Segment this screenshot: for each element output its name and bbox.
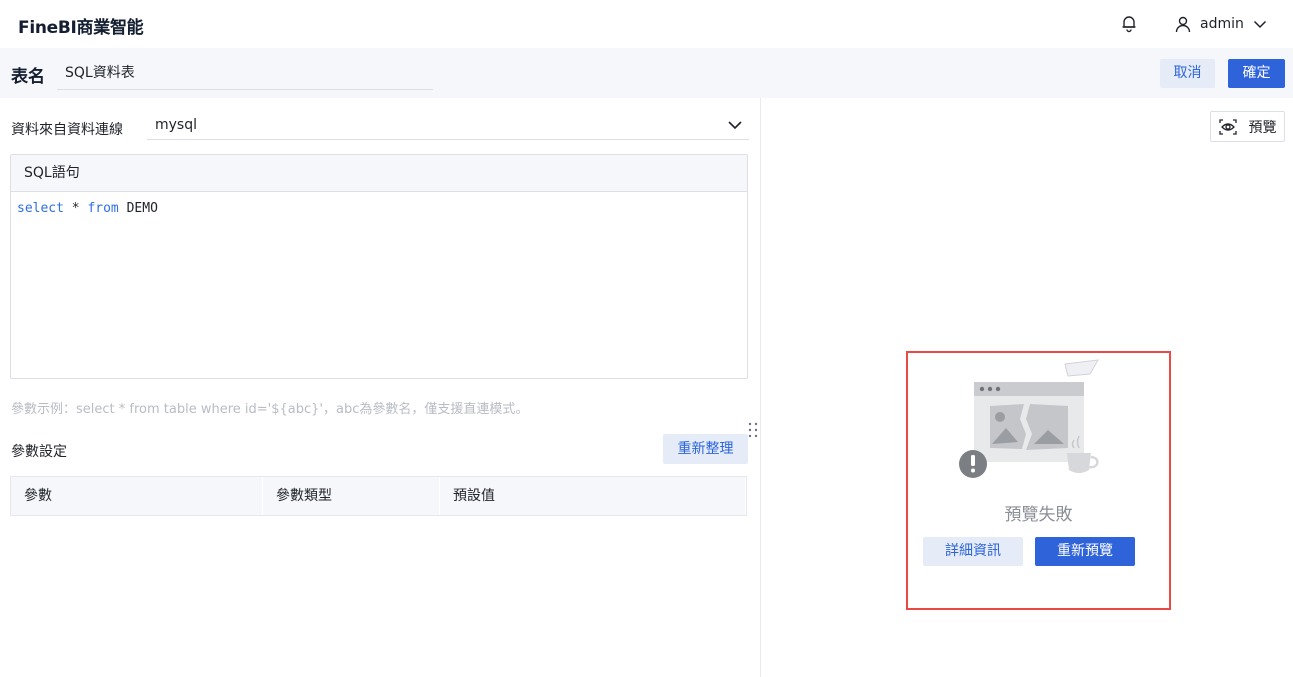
chevron-down-icon (1253, 20, 1266, 29)
data-source-value: mysql (155, 117, 197, 133)
column-header-default-value: 預設值 (440, 477, 746, 515)
data-source-label: 資料來自資料連線 (11, 122, 123, 138)
sql-editor-header: SQL語句 (11, 155, 747, 192)
table-name-input[interactable]: SQL資料表 (57, 59, 433, 90)
user-icon (1175, 16, 1191, 33)
drag-handle-icon[interactable] (747, 421, 759, 439)
preview-button[interactable]: 預覽 (1210, 111, 1285, 142)
brand-logo: FineBI商業智能 (18, 18, 144, 38)
sql-table: DEMO (118, 201, 158, 216)
parameter-hint: 參數示例：select * from table where id='${abc… (11, 402, 529, 417)
bell-icon[interactable] (1119, 13, 1139, 33)
retry-preview-button[interactable]: 重新預覽 (1035, 537, 1135, 566)
username: admin (1200, 16, 1244, 32)
preview-failed-text: 預覽失敗 (1004, 505, 1073, 525)
table-name-label: 表名 (11, 67, 45, 87)
top-header: FineBI商業智能 admin (0, 0, 1293, 48)
sql-keyword-from: from (87, 201, 119, 216)
column-header-parameter-type: 參數類型 (263, 477, 440, 515)
preview-icon (1218, 118, 1237, 135)
preview-failed-illustration (950, 356, 1110, 481)
refresh-button[interactable]: 重新整理 (663, 434, 748, 464)
data-source-select[interactable]: mysql (147, 112, 749, 140)
panel-divider[interactable] (760, 98, 761, 677)
details-button[interactable]: 詳細資訊 (923, 537, 1023, 566)
sql-editor[interactable]: SQL語句 select * from DEMO (10, 154, 748, 379)
preview-button-label: 預覽 (1248, 119, 1277, 136)
sql-keyword-select: select (17, 201, 64, 216)
sql-code-area[interactable]: select * from DEMO (11, 192, 747, 225)
parameter-settings-title: 參數設定 (11, 444, 67, 460)
user-menu[interactable]: admin (1174, 14, 1268, 34)
column-header-parameter: 參數 (11, 477, 263, 515)
confirm-button[interactable]: 確定 (1228, 59, 1285, 88)
parameter-table-header: 參數 參數類型 預設值 (10, 476, 747, 516)
chevron-down-icon (728, 121, 742, 130)
cancel-button[interactable]: 取消 (1160, 59, 1215, 88)
sql-star: * (63, 201, 88, 216)
